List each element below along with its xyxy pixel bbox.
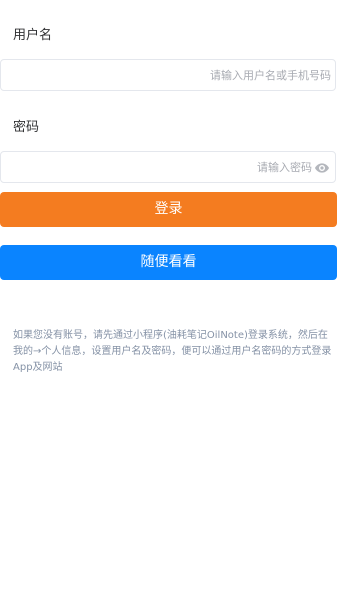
browse-button[interactable]: 随便看看 xyxy=(0,245,337,280)
account-hint-text: 如果您没有账号，请先通过小程序(油耗笔记OilNote)登录系统，然后在我的→个… xyxy=(13,330,332,373)
password-field-box xyxy=(0,151,336,183)
username-label: 用户名 xyxy=(13,28,53,43)
password-label: 密码 xyxy=(13,120,40,135)
eye-icon[interactable] xyxy=(314,160,330,176)
username-field-box xyxy=(0,59,336,91)
login-page: 用户名 密码 登录 随便看看 如果您没有账号，请先通过小程序(油耗笔记OilNo… xyxy=(0,0,337,600)
login-button[interactable]: 登录 xyxy=(0,192,337,227)
username-input[interactable] xyxy=(9,60,331,90)
password-input[interactable] xyxy=(9,152,312,182)
